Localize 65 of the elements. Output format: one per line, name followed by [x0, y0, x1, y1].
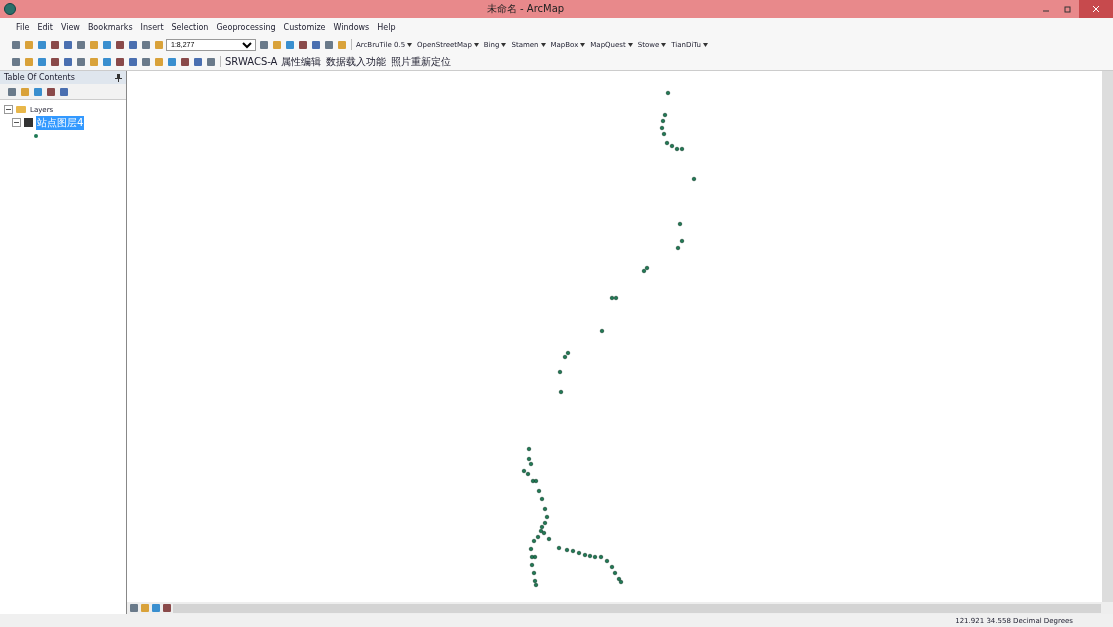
menu-item[interactable]: Geoprocessing [216, 22, 276, 32]
menu-item[interactable]: Help [377, 22, 396, 32]
menu-item[interactable]: Insert [140, 22, 164, 32]
caret-icon [473, 42, 479, 47]
tool-button[interactable] [127, 39, 138, 50]
tool-button[interactable] [49, 39, 60, 50]
tool-button[interactable] [62, 56, 73, 67]
tool-button[interactable] [114, 39, 125, 50]
tool-button[interactable] [205, 56, 216, 67]
pin-icon[interactable] [115, 73, 122, 82]
tool-button[interactable] [140, 39, 151, 50]
tool-button[interactable] [36, 39, 47, 50]
panel-title: Table Of Contents [4, 73, 75, 82]
tool-button[interactable] [36, 56, 47, 67]
folder-icon [16, 106, 26, 113]
tool-button[interactable] [101, 56, 112, 67]
menu-item[interactable]: Selection [171, 22, 209, 32]
tool-button[interactable] [323, 39, 334, 50]
caret-icon [501, 42, 507, 47]
menu-item[interactable]: View [60, 22, 80, 32]
tool-button[interactable] [101, 39, 112, 50]
tool-button[interactable] [179, 56, 190, 67]
tool-button[interactable] [10, 39, 21, 50]
tool-button[interactable] [310, 39, 321, 50]
tool-button[interactable] [6, 86, 17, 97]
menu-item[interactable]: Edit [37, 22, 53, 32]
vertical-scrollbar[interactable] [1102, 71, 1113, 602]
menu-item[interactable]: Windows [333, 22, 370, 32]
tool-button[interactable] [258, 39, 269, 50]
restore-icon [1064, 5, 1072, 13]
tool-button[interactable] [140, 56, 151, 67]
toolbar-button[interactable]: 照片重新定位 [390, 54, 451, 69]
tool-button[interactable] [32, 86, 43, 97]
tool-button[interactable] [284, 39, 295, 50]
horizontal-scrollbar[interactable] [173, 603, 1101, 613]
globe-icon [4, 3, 16, 15]
close-icon [1092, 5, 1100, 13]
point-symbol-icon [34, 133, 38, 138]
caret-icon [407, 42, 413, 47]
tool-button[interactable] [192, 56, 203, 67]
caret-icon [580, 42, 586, 47]
tool-button[interactable] [297, 39, 308, 50]
menu-item[interactable]: Customize [283, 22, 326, 32]
toolbar-button[interactable]: SRWACS-A 属性编辑 [225, 54, 321, 69]
caret-icon [661, 42, 667, 47]
caret-icon [627, 42, 633, 47]
checkbox[interactable] [24, 118, 33, 127]
caret-icon [540, 42, 546, 47]
menu-item[interactable]: File [16, 22, 30, 32]
collapse-icon[interactable] [12, 118, 21, 127]
tool-button[interactable] [58, 86, 69, 97]
window-title: 未命名 - ArcMap [486, 2, 565, 16]
tool-button[interactable] [114, 56, 125, 67]
tool-button[interactable] [127, 56, 138, 67]
tool-button[interactable] [45, 86, 56, 97]
tool-button[interactable] [49, 56, 60, 67]
collapse-icon[interactable] [4, 105, 13, 114]
tool-button[interactable] [62, 39, 73, 50]
tool-button[interactable] [75, 56, 86, 67]
tool-button[interactable] [75, 39, 86, 50]
caret-icon [703, 42, 708, 47]
toolbar-button[interactable]: 数据载入功能 [325, 54, 386, 69]
tool-button[interactable] [166, 56, 177, 67]
tool-button[interactable] [10, 56, 21, 67]
menu-item[interactable]: Bookmarks [87, 22, 133, 32]
